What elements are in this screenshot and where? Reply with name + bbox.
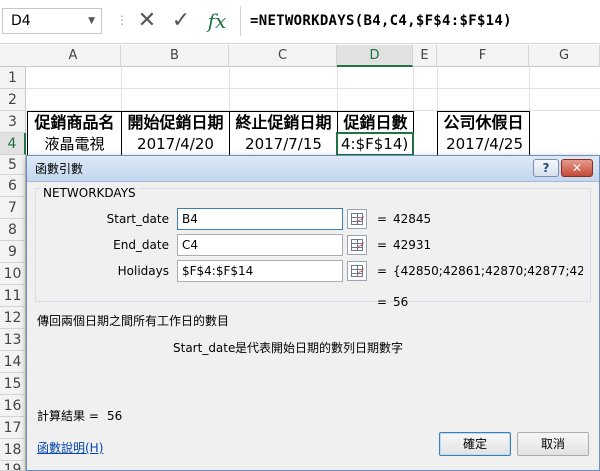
dialog-title-bar[interactable]: 函數引數 (27, 156, 599, 182)
row-header-1[interactable]: 1 (0, 67, 26, 89)
row-header-5[interactable]: 5 (0, 155, 26, 175)
arg-label-start-date: Start_date (106, 212, 169, 226)
row-header-2[interactable]: 2 (0, 89, 26, 111)
cell-c4[interactable]: 2017/7/15 (229, 133, 338, 155)
column-header-d[interactable]: D (337, 45, 413, 67)
function-help-link[interactable]: 函數說明(H) (37, 440, 103, 456)
arg-label-holidays: Holidays (117, 264, 169, 278)
cell-f4[interactable]: 2017/4/25 (437, 133, 530, 155)
column-header-row: A B C D E F G (0, 45, 600, 67)
collapse-dialog-icon[interactable] (347, 209, 367, 229)
cell-a3[interactable]: 促銷商品名 (27, 111, 122, 134)
arg-input-start-date[interactable]: B4 (177, 208, 343, 230)
column-header-f[interactable]: F (437, 45, 529, 67)
row-header-13[interactable]: 13 (0, 329, 26, 351)
argument-help-name: Start_date (173, 341, 236, 355)
function-arguments-dialog: 函數引數 ? ✕ NETWORKDAYS Start_date B4 = 428… (26, 155, 600, 471)
arg-equals: = (377, 264, 388, 278)
row-header-15[interactable]: 15 (0, 373, 26, 395)
row-header-4[interactable]: 4 (0, 133, 26, 155)
column-header-e[interactable]: E (413, 45, 437, 67)
function-description: 傳回兩個日期之間所有工作日的數目 (37, 314, 230, 328)
row-header-9[interactable]: 9 (0, 241, 26, 263)
cell-d3[interactable]: 促銷日數 (337, 111, 414, 134)
column-header-g[interactable]: G (529, 45, 600, 67)
cell-b3[interactable]: 開始促銷日期 (121, 111, 230, 134)
dialog-title: 函數引數 (35, 162, 84, 176)
row-header-11[interactable]: 11 (0, 285, 26, 307)
function-name: NETWORKDAYS (41, 186, 138, 200)
row-header-10[interactable]: 10 (0, 263, 26, 285)
ok-button[interactable]: 確定 (439, 432, 511, 456)
arg-label-end-date: End_date (113, 238, 169, 252)
cell-c3[interactable]: 終止促銷日期 (229, 111, 338, 134)
formula-bar: D4 ▼ ⋮ ✕ ✓ fx =NETWORKDAYS(B4,C4,$F$4:$F… (0, 0, 600, 44)
formula-bar-divider (240, 6, 241, 36)
row-header-19[interactable]: 19 (0, 461, 26, 471)
argument-help-text: 是代表開始日期的數列日期數字 (235, 341, 404, 355)
name-box-value: D4 (11, 13, 31, 29)
collapse-dialog-icon[interactable] (347, 261, 367, 281)
cell-f3[interactable]: 公司休假日 (437, 111, 530, 134)
arg-result-holidays: {42850;42861;42870;42877;4288… (393, 264, 583, 278)
row-header-8[interactable]: 8 (0, 219, 26, 241)
row-header-14[interactable]: 14 (0, 351, 26, 373)
grip-icon: ⋮ (116, 13, 128, 27)
result-label: 計算結果 = (37, 409, 99, 423)
column-header-b[interactable]: B (121, 45, 229, 67)
row-header-18[interactable]: 18 (0, 439, 26, 461)
result-value: 56 (107, 409, 123, 423)
arg-result-end-date: 42931 (393, 238, 432, 252)
row-header-7[interactable]: 7 (0, 197, 26, 219)
row-header-3[interactable]: 3 (0, 111, 26, 133)
formula-input[interactable]: =NETWORKDAYS(B4,C4,$F$4:$F$14) (250, 8, 512, 34)
arg-equals: = (377, 212, 388, 226)
arg-equals: = (377, 238, 388, 252)
arg-input-end-date[interactable]: C4 (177, 234, 343, 256)
active-cell-outline (336, 132, 414, 156)
help-icon[interactable]: ? (533, 159, 559, 177)
formula-result-equals: = (377, 295, 388, 309)
arg-input-holidays[interactable]: $F$4:$F$14 (177, 260, 343, 282)
formula-result-value: 56 (393, 295, 409, 309)
row-header-12[interactable]: 12 (0, 307, 26, 329)
chevron-down-icon[interactable]: ▼ (88, 9, 95, 33)
cancel-icon[interactable]: ✕ (134, 6, 160, 36)
column-header-c[interactable]: C (229, 45, 337, 67)
column-header-a[interactable]: A (26, 45, 121, 67)
close-icon[interactable]: ✕ (561, 159, 593, 177)
name-box[interactable]: D4 ▼ (2, 8, 102, 34)
insert-function-icon[interactable]: fx (204, 6, 230, 36)
arg-result-start-date: 42845 (393, 212, 432, 226)
row-header-17[interactable]: 17 (0, 417, 26, 439)
cell-a4[interactable]: 液晶電視 (27, 133, 122, 155)
cell-b4[interactable]: 2017/4/20 (121, 133, 230, 155)
row-header-6[interactable]: 6 (0, 175, 26, 197)
gridline (26, 88, 600, 89)
cancel-button[interactable]: 取消 (517, 432, 589, 456)
collapse-dialog-icon[interactable] (347, 235, 367, 255)
enter-icon[interactable]: ✓ (168, 6, 194, 36)
row-header-16[interactable]: 16 (0, 395, 26, 417)
